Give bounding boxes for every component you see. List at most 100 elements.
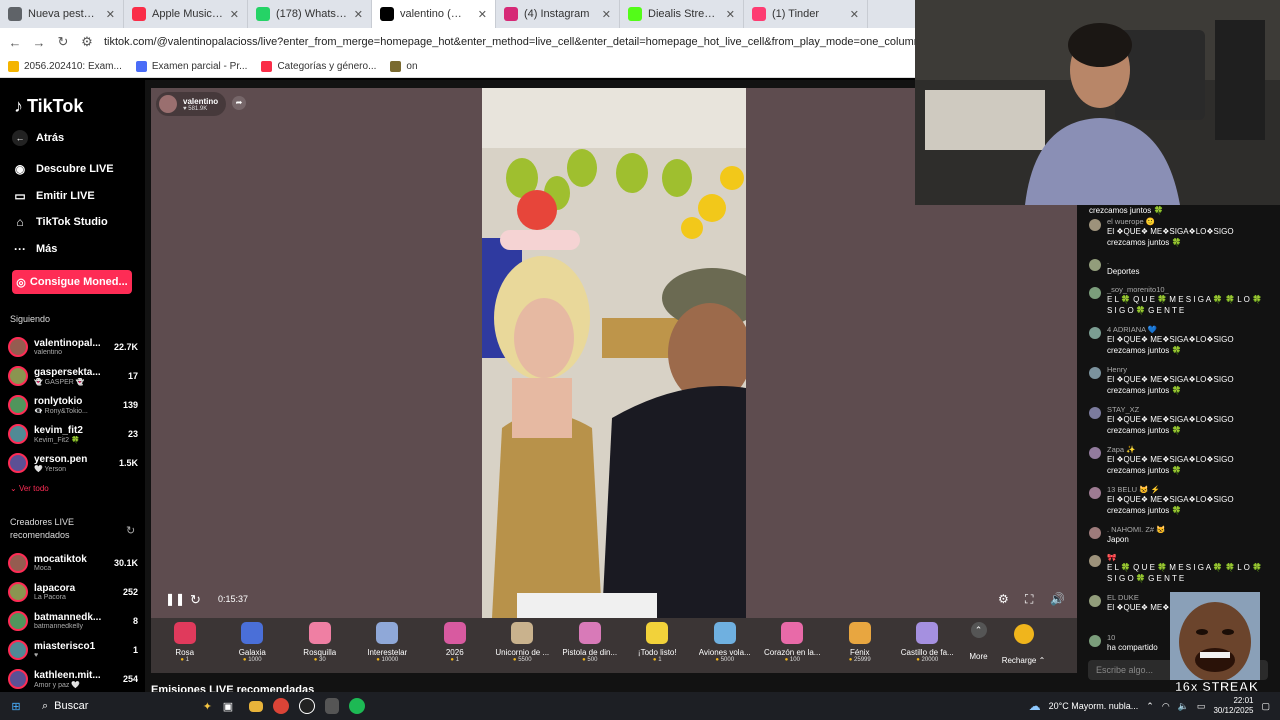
gift-item[interactable]: Rosquilla ● 30 xyxy=(286,618,354,673)
url-field[interactable]: tiktok.com/@valentinopalacioss/live?ente… xyxy=(104,36,915,48)
fullscreen-icon[interactable]: ⛶ xyxy=(1025,592,1033,607)
pause-icon[interactable]: ❚❚ xyxy=(165,592,185,606)
chrome-icon[interactable] xyxy=(273,698,289,714)
clock[interactable]: 22:01 30/12/2025 xyxy=(1213,696,1253,716)
gift-item[interactable]: Fénix ● 25999 xyxy=(826,618,894,673)
windows-start-icon[interactable]: ⊞ xyxy=(5,695,27,717)
gift-item[interactable]: Pistola de din... ● 500 xyxy=(556,618,624,673)
tiktok-note-icon: ♪ xyxy=(14,96,23,116)
forward-arrow-icon[interactable]: → xyxy=(32,35,46,50)
gift-item[interactable]: Rosa ● 1 xyxy=(151,618,219,673)
close-tab-icon[interactable]: ✕ xyxy=(354,8,363,21)
chat-text: ha compartido xyxy=(1107,643,1158,652)
volume-icon[interactable]: 🔊 xyxy=(1050,592,1065,606)
close-tab-icon[interactable]: ✕ xyxy=(726,8,735,21)
settings-icon[interactable]: ⚙ xyxy=(998,592,1009,606)
gift-price-value: 10000 xyxy=(381,657,399,663)
weather-text[interactable]: 20°C Mayorm. nubla... xyxy=(1049,701,1139,711)
speaker-icon[interactable]: 🔈 xyxy=(1178,701,1189,712)
account-item[interactable]: kathleen.mit... Amor y paz 🤍 254 xyxy=(8,666,138,692)
account-item[interactable]: yerson.pen 🤍 Yerson 1.5K xyxy=(8,450,138,476)
browser-tab[interactable]: Apple Music: reproduc ✕ xyxy=(124,0,248,28)
sidebar-nav-item[interactable]: ◉ Descubre LIVE xyxy=(12,162,114,176)
share-icon[interactable]: ➦ xyxy=(232,96,246,110)
browser-tab[interactable]: Nueva pestaña ✕ xyxy=(0,0,124,28)
gift-item[interactable]: Aviones vola... ● 5000 xyxy=(691,618,759,673)
chat-message[interactable]: Henry El ❖QUE❖ ME❖SIGA❖LO❖SIGO crezcamos … xyxy=(1089,365,1269,396)
chat-message[interactable]: 🎀 E L 🍀 Q U E 🍀 M E S I G A 🍀 🍀 L O 🍀 S I… xyxy=(1089,553,1269,584)
account-name: ronlytokio xyxy=(34,395,83,407)
tiktok-logo[interactable]: ♪ TikTok xyxy=(14,96,83,117)
gift-item[interactable]: Castillo de fa... ● 20000 xyxy=(894,618,962,673)
gift-item[interactable]: Corazón en la... ● 100 xyxy=(759,618,827,673)
get-coins-button[interactable]: ◎ Consigue Moned... xyxy=(12,270,132,294)
gift-item[interactable]: 2026 ● 1 xyxy=(421,618,489,673)
account-subtitle: 👻 GASPER 👻 xyxy=(34,378,85,386)
back-link[interactable]: ← Atrás xyxy=(12,130,64,146)
browser-tab[interactable]: valentino (@vale ✕ xyxy=(372,0,496,28)
notification-icon[interactable]: ▢ xyxy=(1261,701,1270,712)
browser-tab[interactable]: (178) WhatsApp ✕ xyxy=(248,0,372,28)
heart-icon: ♥ xyxy=(183,105,187,112)
task-view-icon[interactable]: ▣ xyxy=(217,695,239,717)
close-tab-icon[interactable]: ✕ xyxy=(106,8,115,21)
sidebar-nav-item[interactable]: ··· Más xyxy=(12,242,57,256)
bookmark-item[interactable]: Examen parcial - Pr... xyxy=(135,61,247,72)
chevron-up-tray-icon[interactable]: ⌃ xyxy=(1146,701,1154,712)
account-name: mocatiktok xyxy=(34,554,87,565)
bookmark-item[interactable]: Categorías y género... xyxy=(261,61,376,72)
chat-message[interactable]: . Deportes xyxy=(1089,257,1269,277)
more-gifts-button[interactable]: ⌃ More xyxy=(961,618,996,673)
bookmark-item[interactable]: on xyxy=(390,61,418,72)
chat-message[interactable]: Zapa ✨ El ❖QUE❖ ME❖SIGA❖LO❖SIGO crezcamos… xyxy=(1089,445,1269,476)
file-explorer-icon[interactable] xyxy=(249,700,263,712)
account-item[interactable]: valentinopal... valentino 22.7K xyxy=(8,334,138,360)
chat-message[interactable]: 4 ADRIANA 💙 El ❖QUE❖ ME❖SIGA❖LO❖SIGO crez… xyxy=(1089,325,1269,356)
account-item[interactable]: lapacora La Pacora 252 xyxy=(8,579,138,605)
close-tab-icon[interactable]: ✕ xyxy=(602,8,611,21)
account-item[interactable]: gaspersekta... 👻 GASPER 👻 17 xyxy=(8,363,138,389)
host-chip[interactable]: valentino ♥ 581.9K xyxy=(156,92,227,116)
sidebar-nav-item[interactable]: ▭ Emitir LIVE xyxy=(12,189,94,203)
chat-message[interactable]: 13 BELU 😺 ⚡ El ❖QUE❖ ME❖SIGA❖LO❖SIGO crez… xyxy=(1089,485,1269,516)
chat-text: El ❖QUE❖ ME❖SIGA❖LO❖SIGO crezcamos junto… xyxy=(1107,227,1234,247)
replay-icon[interactable]: ↻ xyxy=(190,592,201,608)
account-item[interactable]: kevim_fit2 Kevim_Fit2 🍀 23 xyxy=(8,421,138,447)
close-tab-icon[interactable]: ✕ xyxy=(230,8,239,21)
chat-message[interactable]: STAY_XZ El ❖QUE❖ ME❖SIGA❖LO❖SIGO crezcamo… xyxy=(1089,405,1269,436)
gift-item[interactable]: Galaxia ● 1000 xyxy=(219,618,287,673)
battery-icon[interactable]: ▭ xyxy=(1197,701,1206,712)
wifi-icon[interactable]: ◠ xyxy=(1162,701,1170,712)
account-item[interactable]: batmannedk... batmannedkelly 8 xyxy=(8,608,138,634)
notepad-icon[interactable] xyxy=(325,698,339,714)
browser-tab[interactable]: (1) Tinder ✕ xyxy=(744,0,868,28)
refresh-icon[interactable]: ↻ xyxy=(126,524,135,537)
sidebar-nav-item[interactable]: ⌂ TikTok Studio xyxy=(12,215,107,229)
chat-message[interactable]: . NAHOMI. Z# 😺 Japon xyxy=(1089,525,1269,545)
back-arrow-icon[interactable]: ← xyxy=(8,35,22,50)
recharge-button[interactable]: Recharge ⌃ xyxy=(996,618,1051,673)
close-tab-icon[interactable]: ✕ xyxy=(478,8,487,21)
live-video[interactable] xyxy=(482,88,746,618)
see-all-link[interactable]: ⌄ Ver todo xyxy=(10,484,49,493)
account-item[interactable]: mocatiktok Moca 30.1K xyxy=(8,550,138,576)
spotify-icon[interactable] xyxy=(349,698,365,714)
browser-tab[interactable]: Diealis Stream - Wat ✕ xyxy=(620,0,744,28)
gift-price-value: 30 xyxy=(319,657,326,663)
sparkle-icon: ✦ xyxy=(202,700,212,713)
taskbar-search[interactable]: ⌕ Buscar ✦ xyxy=(32,695,212,717)
chat-message[interactable]: crezcamos juntos 🍀 xyxy=(1089,205,1269,216)
account-item[interactable]: ronlytokio 👁‍🗨 Rony&Tokio... 139 xyxy=(8,392,138,418)
bookmark-item[interactable]: 2056.202410: Exam... xyxy=(8,61,122,72)
chat-message[interactable]: _soy_morenito10_ E L 🍀 Q U E 🍀 M E S I G … xyxy=(1089,285,1269,316)
reload-icon[interactable]: ↻ xyxy=(56,34,70,50)
close-tab-icon[interactable]: ✕ xyxy=(850,8,859,21)
gift-item[interactable]: Interestelar ● 10000 xyxy=(354,618,422,673)
browser-tab[interactable]: (4) Instagram ✕ xyxy=(496,0,620,28)
obs-icon[interactable] xyxy=(299,698,315,714)
account-item[interactable]: miasterisco1 ♥ 1 xyxy=(8,637,138,663)
gift-item[interactable]: ¡Todo listo! ● 1 xyxy=(624,618,692,673)
gift-item[interactable]: Unicornio de ... ● 5500 xyxy=(489,618,557,673)
site-info-icon[interactable]: ⚙ xyxy=(80,34,94,50)
chat-message[interactable]: el wuerope 🙂 El ❖QUE❖ ME❖SIGA❖LO❖SIGO cre… xyxy=(1089,217,1269,248)
